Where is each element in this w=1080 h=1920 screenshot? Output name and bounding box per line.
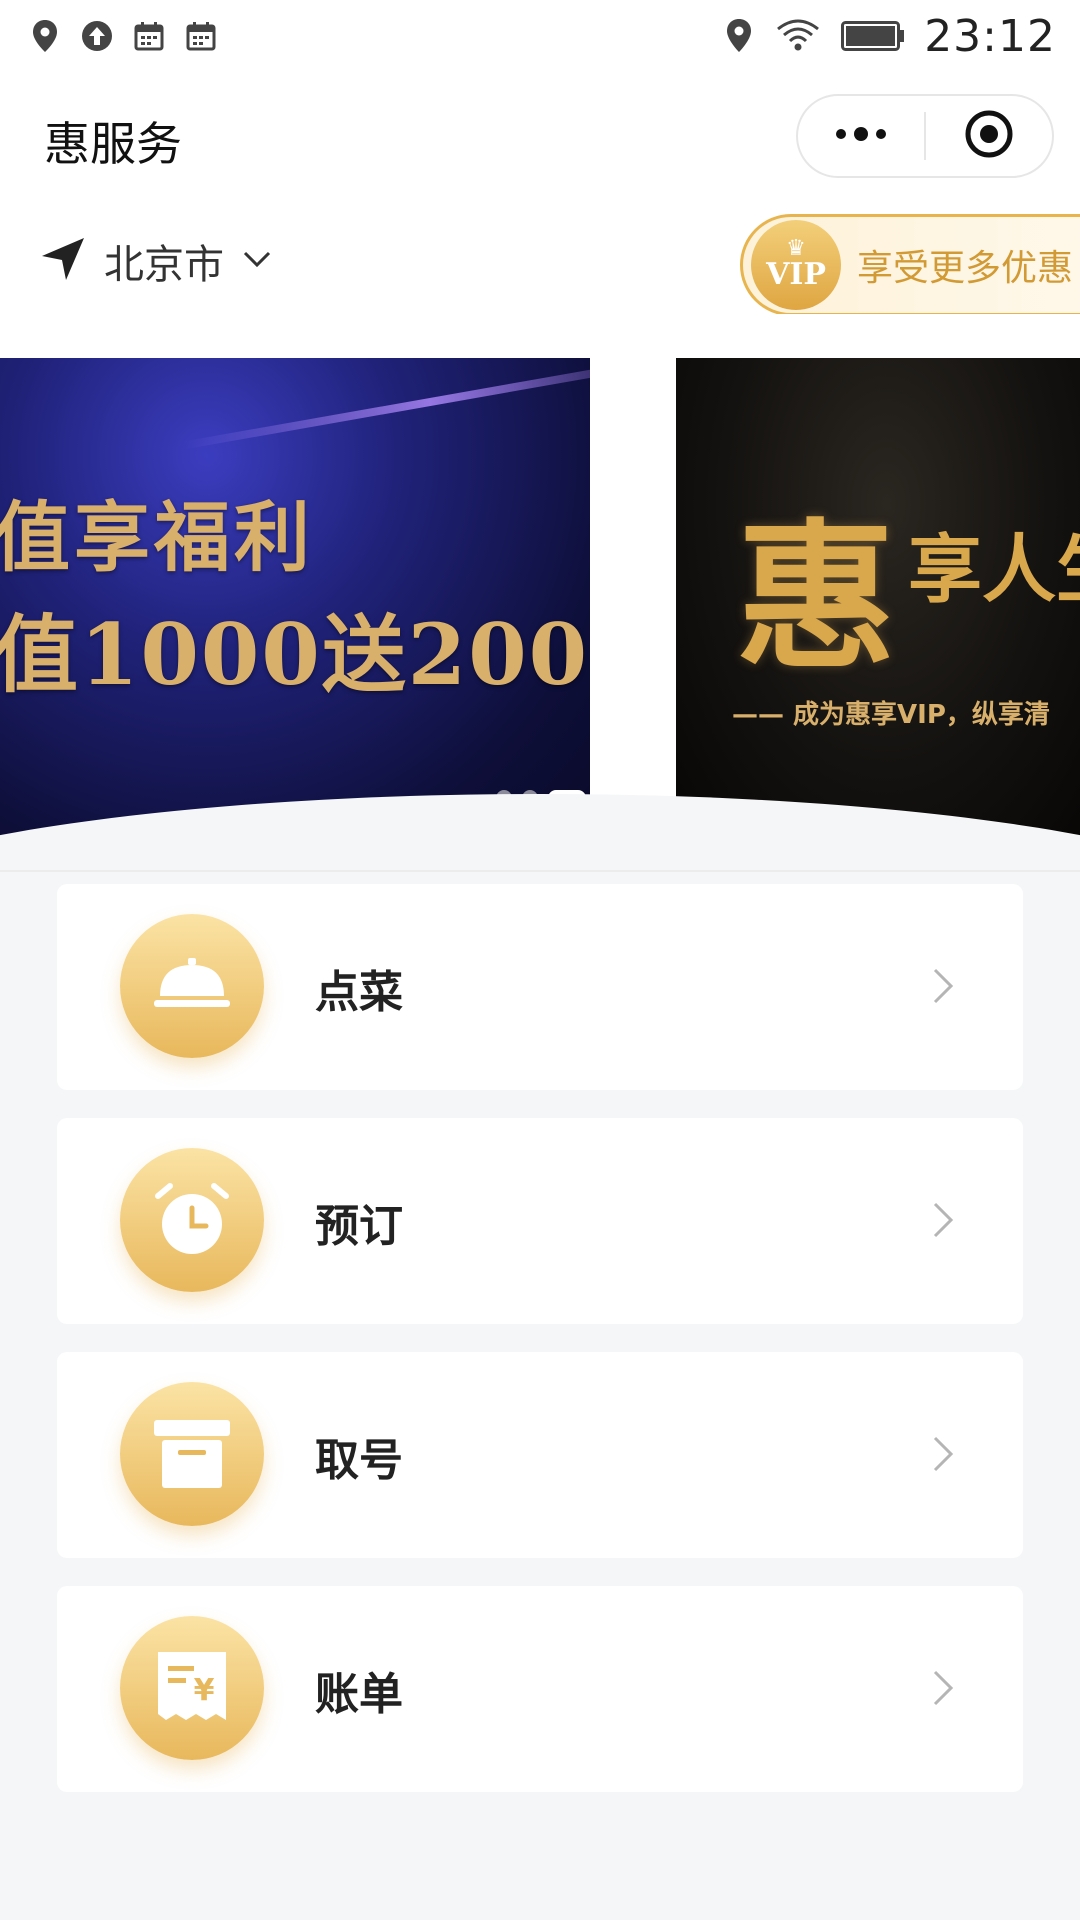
page-title: 惠服务: [44, 117, 182, 171]
more-icon: [833, 126, 889, 146]
menu-item-take-number[interactable]: 取号: [57, 1352, 1023, 1558]
vip-badge: ♛ VIP: [751, 220, 841, 310]
banner-slide[interactable]: 惠 享人生 —— 成为惠享VIP，纵享清: [676, 358, 1080, 844]
navigation-arrow-icon: [40, 236, 86, 286]
menu-item-bill[interactable]: ¥ 账单: [57, 1586, 1023, 1792]
target-icon: [964, 109, 1014, 163]
vip-promo-button[interactable]: ♛ VIP 享受更多优惠: [740, 214, 1080, 316]
banner-headline: 享人生: [908, 527, 1080, 613]
vip-promo-text: 享受更多优惠: [857, 248, 1074, 289]
light-beam: [183, 358, 590, 450]
service-menu: 点菜 预订 取号 ¥ 账单: [57, 884, 1023, 1820]
banner-subtitle: —— 成为惠享VIP，纵享清: [732, 700, 1050, 730]
wifi-icon: [774, 19, 822, 53]
location-row: 北京市 ♛ VIP 享受更多优惠: [0, 204, 1080, 316]
status-bar: 23:12: [0, 0, 1080, 72]
location-pin-icon: [722, 19, 756, 53]
calendar-icon: [184, 19, 218, 53]
crown-icon: ♛: [786, 236, 806, 261]
banner-carousel[interactable]: 值享福利 值1000送200 惠 享人生 —— 成为惠享VIP，纵享清: [0, 314, 1080, 870]
chevron-down-icon: [242, 249, 272, 273]
menu-item-order[interactable]: 点菜: [57, 884, 1023, 1090]
chevron-right-icon: [925, 1198, 961, 1242]
menu-item-label: 预订: [315, 1201, 403, 1252]
title-bar: 惠服务: [0, 72, 1080, 204]
banner-big-character: 惠: [736, 503, 897, 691]
banner-headline: 值享福利: [0, 493, 314, 582]
menu-item-reserve[interactable]: 预订: [57, 1118, 1023, 1324]
divider: [0, 870, 1080, 872]
dish-cover-icon: [120, 914, 264, 1058]
close-button[interactable]: [926, 96, 1052, 176]
alarm-clock-icon: [120, 1148, 264, 1292]
menu-item-label: 账单: [315, 1669, 403, 1720]
menu-item-label: 取号: [315, 1435, 403, 1486]
chevron-right-icon: [925, 964, 961, 1008]
status-bar-left: [28, 19, 218, 53]
menu-item-label: 点菜: [315, 967, 403, 1018]
status-time: 23:12: [924, 10, 1056, 62]
calendar-icon: [132, 19, 166, 53]
location-pin-icon: [28, 19, 62, 53]
vip-badge-text: VIP: [766, 257, 826, 292]
battery-icon: [840, 19, 906, 53]
chevron-right-icon: [925, 1432, 961, 1476]
city-selector[interactable]: 北京市: [40, 232, 272, 290]
receipt-icon: ¥: [120, 1616, 264, 1760]
banner-offer: 值1000送200: [0, 605, 590, 704]
svg-text:¥: ¥: [194, 1673, 215, 1708]
banner-slide[interactable]: 值享福利 值1000送200: [0, 358, 590, 844]
chevron-right-icon: [925, 1666, 961, 1710]
page: 23:12 惠服务 北京市 ♛ VIP 享受更多优惠 值享福利 值1000送20…: [0, 0, 1080, 1920]
mini-program-capsule: [796, 94, 1054, 178]
ticket-box-icon: [120, 1382, 264, 1526]
city-name: 北京市: [104, 242, 224, 288]
upload-icon: [80, 19, 114, 53]
more-button[interactable]: [798, 96, 924, 176]
status-bar-right: 23:12: [722, 11, 1056, 62]
